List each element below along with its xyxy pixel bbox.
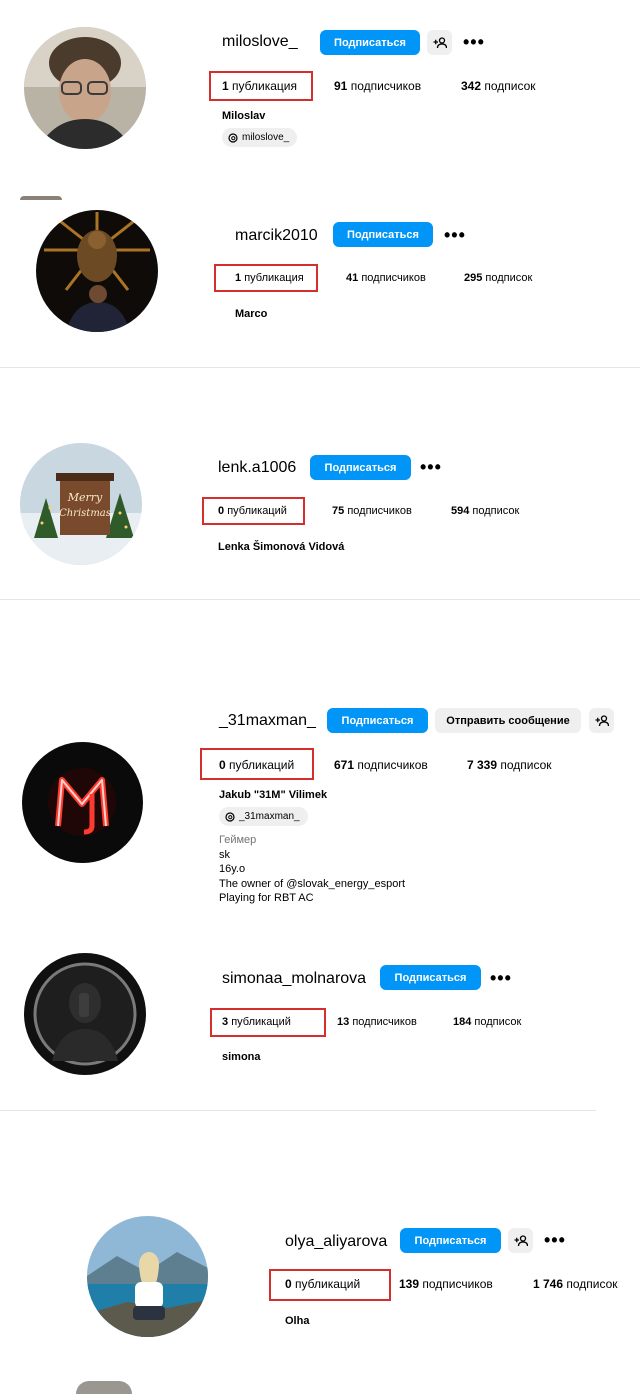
avatar-photo — [22, 742, 143, 863]
avatar[interactable] — [87, 1216, 208, 1337]
threads-icon — [225, 811, 235, 822]
send-message-button[interactable]: Отправить сообщение — [435, 708, 581, 733]
subscribe-button[interactable]: Подписаться — [380, 965, 481, 990]
highlight-box — [209, 71, 313, 101]
followers-link[interactable]: 671 подписчиков — [334, 758, 428, 772]
highlight-box — [202, 497, 305, 525]
highlight-box — [200, 748, 314, 780]
highlight-box — [214, 264, 318, 292]
threads-badge[interactable]: _31maxman_ — [219, 807, 308, 826]
avatar[interactable]: Merry Christmas — [20, 443, 142, 565]
full-name: simona — [222, 1051, 261, 1063]
full-name: Marco — [235, 308, 268, 320]
avatar-photo — [24, 27, 146, 149]
bio: Геймер sk 16y.o The owner of @slovak_ene… — [219, 833, 405, 906]
add-user-icon — [595, 714, 609, 726]
avatar[interactable] — [24, 953, 146, 1075]
followers-link[interactable]: 91 подписчиков — [334, 79, 421, 93]
subscribe-button[interactable]: Подписаться — [310, 455, 411, 480]
subscribe-button[interactable]: Подписаться — [327, 708, 428, 733]
full-name: Miloslav — [222, 110, 266, 122]
full-name: Lenka Šimonová Vidová — [218, 541, 345, 553]
username[interactable]: _31maxman_ — [219, 712, 316, 730]
threads-icon — [228, 132, 238, 143]
following-link[interactable]: 594 подписок — [451, 505, 519, 517]
highlight-box — [210, 1008, 326, 1037]
divider — [0, 1110, 596, 1111]
avatar[interactable] — [24, 27, 146, 149]
add-user-icon — [514, 1234, 528, 1246]
avatar[interactable] — [36, 210, 158, 332]
avatar[interactable] — [22, 742, 143, 863]
full-name: Jakub "31M" Vilimek — [219, 789, 328, 801]
username[interactable]: lenk.a1006 — [218, 459, 296, 477]
subscribe-button[interactable]: Подписаться — [320, 30, 420, 55]
more-options-icon[interactable]: ••• — [420, 458, 442, 476]
full-name: Olha — [285, 1315, 310, 1327]
suggest-users-button[interactable] — [427, 30, 452, 55]
bio-line: sk — [219, 848, 230, 861]
avatar-sign-christmas: Christmas — [59, 508, 111, 519]
following-link[interactable]: 1 746 подписок — [533, 1277, 618, 1291]
followers-link[interactable]: 139 подписчиков — [399, 1277, 493, 1291]
bio-line[interactable]: The owner of @slovak_energy_esport — [219, 877, 405, 892]
divider — [0, 599, 640, 600]
username[interactable]: olya_aliyarova — [285, 1233, 387, 1251]
following-link[interactable]: 342 подписок — [461, 79, 536, 93]
suggest-users-button[interactable] — [589, 708, 614, 733]
threads-badge[interactable]: miloslove_ — [222, 128, 298, 147]
avatar-photo — [87, 1216, 208, 1337]
following-link[interactable]: 7 339 подписок — [467, 758, 552, 772]
avatar-sign-merry: Merry — [67, 491, 103, 504]
more-options-icon[interactable]: ••• — [444, 226, 466, 244]
more-options-icon[interactable]: ••• — [463, 33, 485, 51]
following-link[interactable]: 184 подписок — [453, 1016, 521, 1028]
avatar-photo — [24, 953, 146, 1075]
username[interactable]: simonaa_molnarova — [222, 970, 366, 988]
following-link[interactable]: 295 подписок — [464, 272, 532, 284]
followers-link[interactable]: 41 подписчиков — [346, 272, 426, 284]
username[interactable]: marcik2010 — [235, 227, 318, 245]
bio-line: Playing for RBT AC — [219, 892, 314, 904]
highlight-box — [269, 1269, 391, 1301]
suggest-users-button[interactable] — [508, 1228, 533, 1253]
add-user-icon — [433, 36, 447, 48]
category-label: Геймер — [219, 834, 257, 846]
subscribe-button[interactable]: Подписаться — [333, 222, 433, 247]
followers-link[interactable]: 75 подписчиков — [332, 505, 412, 517]
divider — [0, 367, 640, 368]
followers-link[interactable]: 13 подписчиков — [337, 1016, 417, 1028]
partial-avatar — [20, 196, 62, 200]
partial-avatar — [76, 1381, 132, 1394]
username[interactable]: miloslove_ — [222, 33, 298, 51]
more-options-icon[interactable]: ••• — [490, 969, 512, 987]
avatar-photo: Merry Christmas — [20, 443, 142, 565]
bio-line: 16y.o — [219, 863, 246, 875]
more-options-icon[interactable]: ••• — [544, 1231, 566, 1249]
avatar-photo — [36, 210, 158, 332]
subscribe-button[interactable]: Подписаться — [400, 1228, 501, 1253]
